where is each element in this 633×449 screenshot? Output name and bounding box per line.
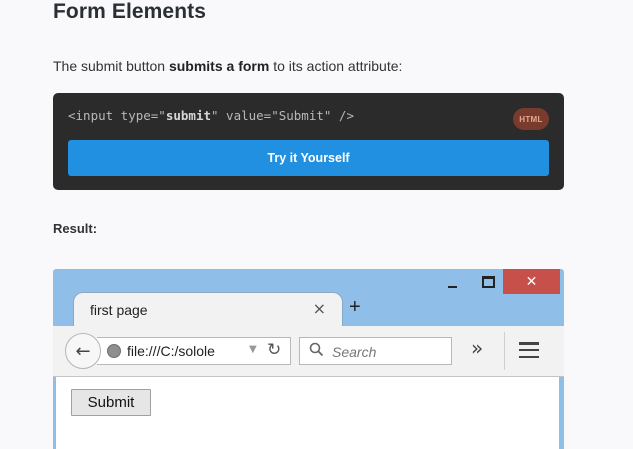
maximize-icon[interactable] [473,269,503,294]
code-example-box: <input type="submit" value="Submit" /> H… [53,93,564,190]
result-label: Result: [53,221,98,236]
close-window-icon[interactable]: ✕ [503,269,560,294]
code-suffix: " value="Submit" /> [211,108,354,123]
address-bar[interactable]: file:///C:/solole ▼ ↻ [97,337,291,365]
intro-paragraph: The submit button submits a form to its … [53,58,402,74]
reload-icon[interactable]: ↻ [267,340,281,360]
code-snippet: <input type="submit" value="Submit" /> [68,108,354,123]
intro-text-start: The submit button [53,58,169,74]
browser-page-content: Submit [56,377,559,449]
hamburger-menu-icon[interactable] [519,342,539,358]
code-prefix: <input type=" [68,108,166,123]
back-button[interactable]: ← [65,333,101,369]
search-placeholder: Search [332,344,377,360]
globe-icon [107,344,121,358]
tab-title: first page [90,302,148,318]
back-arrow-icon: ← [75,340,91,362]
intro-text-end: to its action attribute: [269,58,403,74]
browser-toolbar: file:///C:/solole ▼ ↻ ← Search » [53,326,564,377]
overflow-chevron-icon[interactable]: » [471,336,483,360]
submit-button[interactable]: Submit [71,389,151,416]
toolbar-divider [504,332,505,370]
dropdown-arrow-icon[interactable]: ▼ [249,344,257,355]
search-input[interactable]: Search [299,337,452,365]
search-icon [309,342,324,361]
address-text: file:///C:/solole [127,343,215,359]
new-tab-icon[interactable]: + [349,296,361,319]
code-keyword: submit [165,108,211,123]
browser-tab[interactable]: first page × [73,292,343,328]
minimize-icon[interactable] [437,269,467,294]
page-title: Form Elements [53,0,207,23]
language-badge: HTML [513,108,549,130]
browser-window: ✕ first page × + file:///C:/solole ▼ ↻ ←… [53,269,564,449]
tab-close-icon[interactable]: × [313,299,326,318]
try-it-yourself-button[interactable]: Try it Yourself [68,140,549,176]
intro-text-bold: submits a form [168,58,270,74]
